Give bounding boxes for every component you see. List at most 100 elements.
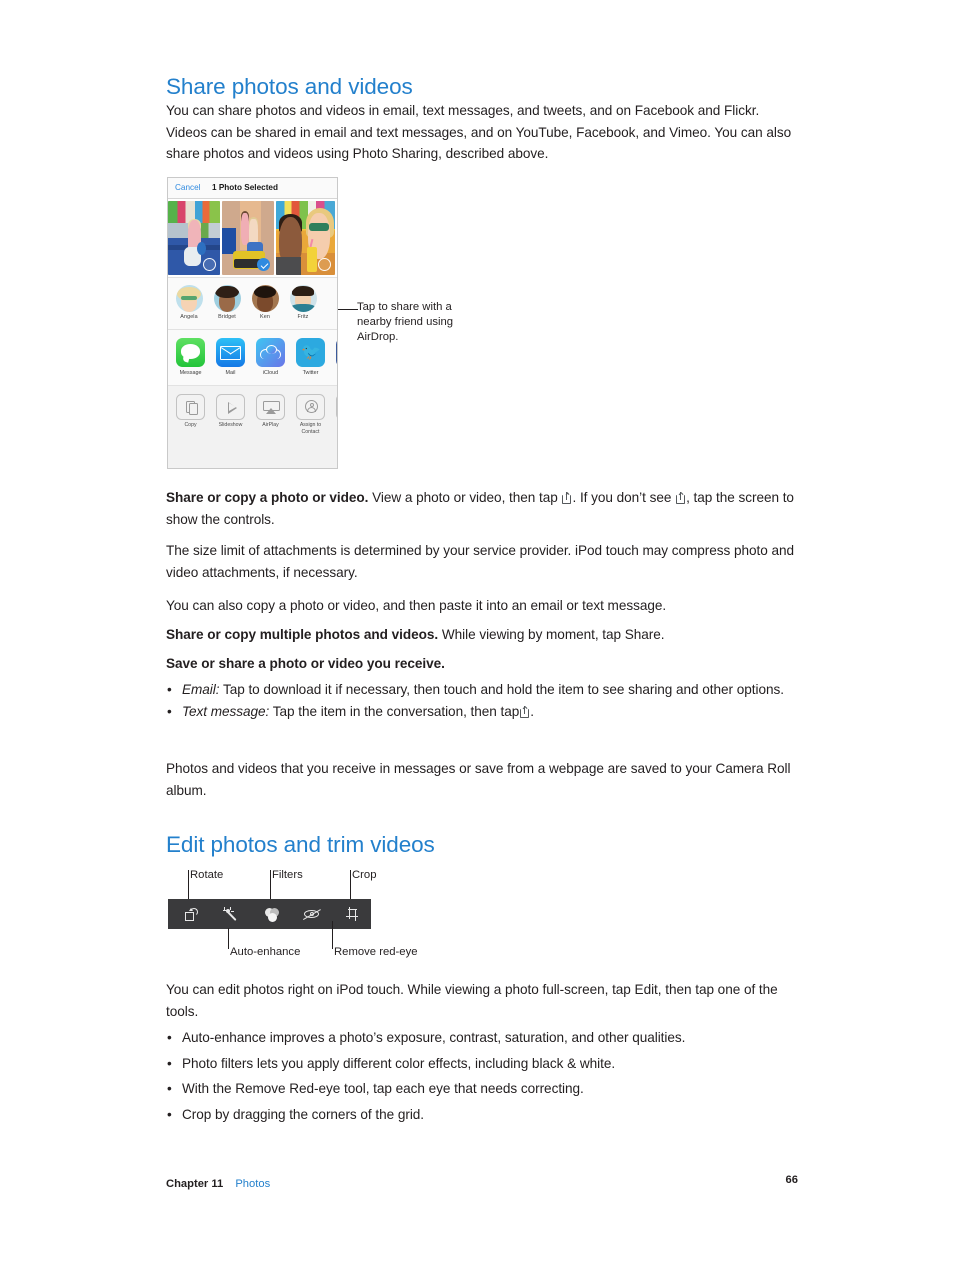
share-app-message[interactable]: Message (176, 338, 205, 376)
share-app-facebook[interactable] (336, 338, 337, 370)
airdrop-contact-name: Bridget (218, 314, 236, 320)
action-label: Copy (184, 422, 197, 428)
paragraph-share-or-copy: Share or copy a photo or video. View a p… (166, 487, 798, 530)
para-lead-in: Share or copy multiple photos and videos… (166, 627, 439, 642)
bullet-trailing: . (530, 703, 535, 719)
facebook-icon (336, 338, 337, 367)
photo-thumbnail[interactable] (276, 201, 335, 275)
share-app-label: Mail (225, 370, 236, 376)
edit-toolbar-figure: Rotate Filters Crop Auto-enhance Remove … (166, 866, 476, 966)
cancel-button[interactable]: Cancel (175, 183, 201, 192)
para-text: View a photo or video, then tap (372, 490, 558, 505)
avatar (289, 285, 317, 312)
action-slideshow[interactable]: Slideshow (216, 394, 245, 429)
crop-tool-button[interactable] (332, 899, 372, 929)
callout-label-filters: Filters (272, 869, 303, 881)
action-airplay[interactable]: AirPlay (256, 394, 285, 429)
airdrop-contact[interactable]: Ken (250, 285, 280, 320)
share-apps-row: Message Mail iCloud 🐦 Twitter (168, 330, 337, 386)
photo-thumbnail[interactable] (222, 201, 275, 275)
bullet-text: Auto-enhance improves a photo’s exposure… (182, 1030, 686, 1045)
share-app-twitter[interactable]: 🐦 Twitter (296, 338, 325, 376)
photo-edit-toolbar (168, 899, 371, 929)
airdrop-contact[interactable]: Fritz (288, 285, 318, 320)
share-icon (676, 491, 686, 504)
para-text: While viewing by moment, tap Share. (441, 627, 665, 642)
list-item: • Auto-enhance improves a photo’s exposu… (166, 1027, 806, 1049)
action-label: AirPlay (262, 422, 279, 428)
page-number: 66 (785, 1174, 798, 1186)
callout-leader-filters (270, 870, 271, 899)
bullet-text: With the Remove Red-eye tool, tap each e… (182, 1081, 584, 1096)
list-item: • Email: Tap to download it if necessary… (166, 679, 798, 701)
message-icon (176, 338, 205, 367)
list-item: • Photo filters lets you apply different… (166, 1053, 806, 1075)
share-app-mail[interactable]: Mail (216, 338, 245, 376)
paragraph-camera-roll: Photos and videos that you receive in me… (166, 761, 791, 798)
photo-thumbnail[interactable] (168, 201, 221, 275)
red-eye-icon (303, 909, 321, 921)
icloud-icon (256, 338, 285, 367)
footer-chapter: Chapter 11 Photos (166, 1178, 270, 1190)
section-heading-edit-photos-and-trim-videos: Edit photos and trim videos (166, 832, 435, 857)
action-copy[interactable]: Copy (176, 394, 205, 429)
bullet-term: Text message: (182, 703, 270, 719)
callout-leader-crop (350, 870, 351, 899)
share-icon (562, 491, 572, 504)
callout-leader-rotate (188, 870, 189, 899)
footer-chapter-number: 11 (211, 1178, 224, 1190)
bullet-dot: • (167, 1030, 172, 1045)
bullet-dot: • (167, 1055, 172, 1071)
paragraph-size-limit: The size limit of attachments is determi… (166, 543, 795, 580)
airdrop-contact[interactable]: Angela (174, 285, 204, 320)
share-icon (520, 705, 530, 718)
twitter-icon: 🐦 (296, 338, 325, 367)
filters-tool-button[interactable] (252, 899, 292, 929)
intro-paragraph-share: You can share photos and videos in email… (166, 103, 792, 161)
share-sheet-navbar: Cancel 1 Photo Selected (168, 178, 337, 199)
bullet-text: Tap to download it if necessary, then to… (222, 682, 784, 697)
play-icon (216, 394, 245, 420)
airdrop-callout-leader (338, 309, 358, 310)
avatar (175, 285, 203, 312)
rotate-icon (185, 908, 199, 922)
share-app-icloud[interactable]: iCloud (256, 338, 285, 376)
remove-red-eye-tool-button[interactable] (292, 899, 332, 929)
avatar (213, 285, 241, 312)
share-actions-row: Copy Slideshow AirPlay Assign to Contact (168, 386, 337, 439)
action-label: Assign to Contact (299, 422, 322, 435)
footer-chapter-label: Chapter (166, 1178, 209, 1190)
bullet-term: Email: (182, 682, 220, 697)
rotate-tool-button[interactable] (172, 899, 212, 929)
paragraph-share-multiple: Share or copy multiple photos and videos… (166, 624, 798, 646)
airdrop-contact-name: Angela (180, 314, 198, 320)
person-icon (296, 394, 325, 420)
manual-page: Share photos and videos You can share ph… (0, 0, 954, 1265)
more-actions-icon (336, 394, 337, 420)
airdrop-contacts-row: Angela Bridget Ken Fritz (168, 277, 337, 330)
callout-leader-red-eye (332, 921, 333, 949)
bullet-dot: • (167, 703, 172, 719)
paragraph-save-or-share: Save or share a photo or video you recei… (166, 656, 445, 671)
photo-select-circle[interactable] (318, 258, 331, 271)
action-partial[interactable] (336, 394, 337, 420)
share-app-label: Twitter (302, 370, 319, 376)
magic-wand-icon (222, 907, 240, 923)
airdrop-contact[interactable]: Bridget (212, 285, 242, 320)
footer-chapter-link[interactable]: Photos (235, 1178, 270, 1190)
paragraph-copy-paste: You can also copy a photo or video, and … (166, 598, 667, 613)
bullet-list-receive: • Email: Tap to download it if necessary… (166, 679, 798, 722)
share-sheet-title: 1 Photo Selected (212, 183, 278, 192)
filters-icon (265, 908, 280, 922)
list-item: • With the Remove Red-eye tool, tap each… (166, 1078, 806, 1100)
share-app-label: Message (179, 370, 202, 376)
airdrop-contact-name: Fritz (297, 314, 309, 320)
action-assign-to-contact[interactable]: Assign to Contact (296, 394, 325, 435)
airdrop-contact-name: Ken (260, 314, 270, 320)
page-footer: Chapter 11 Photos 66 (166, 1174, 798, 1192)
mail-icon (216, 338, 245, 367)
auto-enhance-tool-button[interactable] (212, 899, 252, 929)
callout-label-remove-red-eye: Remove red-eye (334, 946, 418, 958)
para-lead-in: Share or copy a photo or video. (166, 490, 369, 505)
callout-label-rotate: Rotate (190, 869, 224, 881)
